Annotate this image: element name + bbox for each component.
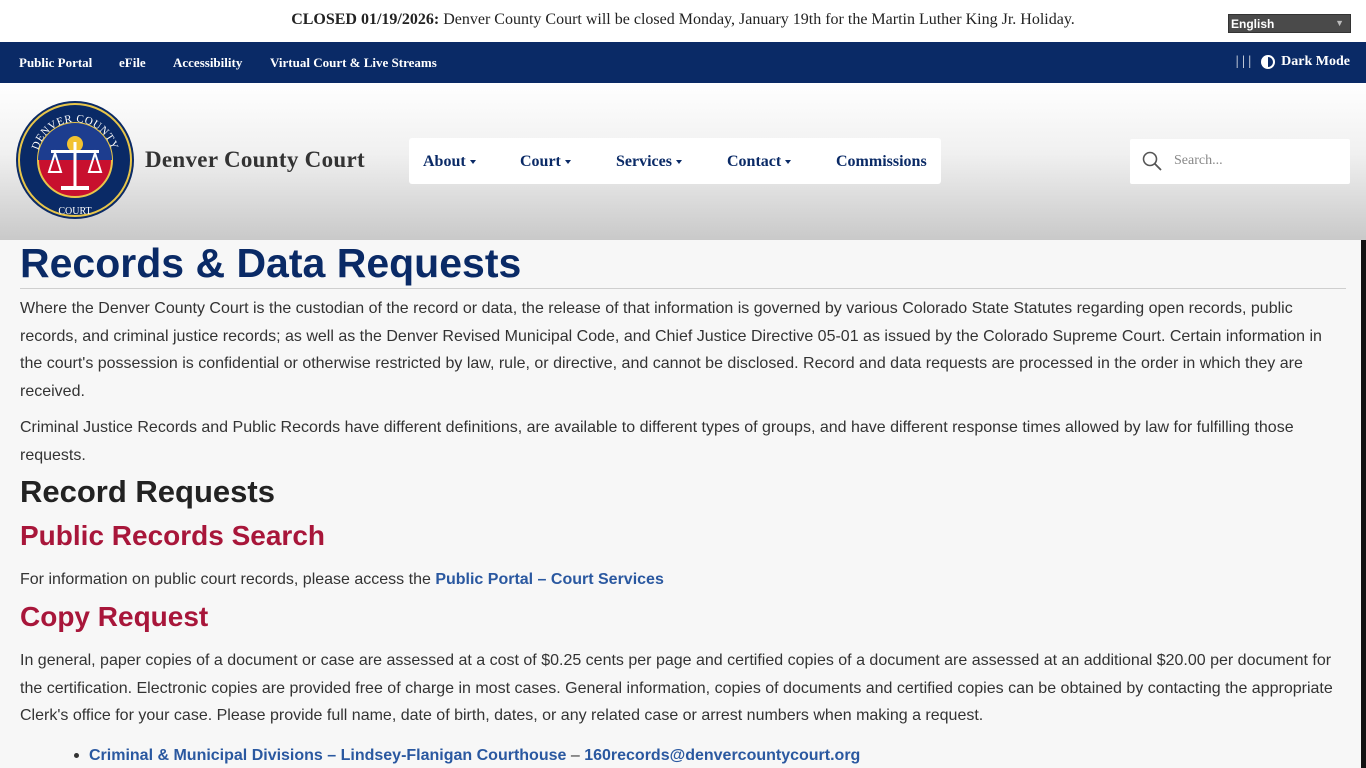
seal-text-bottom: COURT	[58, 206, 91, 217]
record-requests-heading: Record Requests	[20, 474, 275, 509]
public-portal-link[interactable]: Public Portal – Court Services	[435, 571, 664, 588]
search-input[interactable]	[1174, 151, 1339, 171]
nav-public-portal[interactable]: Public Portal	[19, 55, 92, 71]
copy-request-paragraph: In general, paper copies of a document o…	[20, 652, 1333, 724]
alert-bold: CLOSED 01/19/2026:	[291, 11, 440, 28]
language-selected: English	[1231, 17, 1275, 31]
title-divider	[20, 288, 1346, 289]
public-records-text: For information on public court records,…	[20, 571, 436, 588]
alert-message: Denver County Court will be closed Monda…	[439, 11, 1075, 28]
intro-paragraph-1: Where the Denver County Court is the cus…	[20, 300, 1322, 400]
contrast-icon[interactable]	[1261, 55, 1276, 69]
nav-virtual-court[interactable]: Virtual Court & Live Streams	[270, 55, 437, 71]
caret-down-icon	[564, 160, 571, 165]
copy-request-heading: Copy Request	[20, 601, 209, 632]
caret-down-icon	[675, 160, 682, 165]
intro-paragraph-2: Criminal Justice Records and Public Reco…	[20, 419, 1294, 464]
public-records-heading: Public Records Search	[20, 520, 326, 551]
bullet-dot	[74, 753, 79, 759]
site-header: DENVER COUNTY COURT Denver County Court …	[0, 83, 1366, 240]
menu-commissions[interactable]: Commissions	[836, 153, 927, 171]
nav-efile[interactable]: eFile	[119, 55, 146, 71]
main-content: Records & Data Requests Where the Denver…	[0, 240, 1366, 768]
menu-court-label: Court	[520, 153, 561, 170]
caret-down-icon	[785, 160, 792, 165]
criminal-municipal-link[interactable]: Criminal & Municipal Divisions – Lindsey…	[89, 747, 566, 764]
menu-commissions-label: Commissions	[836, 153, 927, 170]
main-menu: About Court Services Contact Commissions	[409, 138, 941, 184]
bullet-separator: –	[566, 747, 585, 764]
records-email-link[interactable]: 160records@denvercountycourt.org	[584, 747, 860, 764]
dark-mode-toggle[interactable]: Dark Mode	[1281, 54, 1350, 70]
utility-right: | | | Dark Mode	[1236, 54, 1350, 70]
alert-bar: CLOSED 01/19/2026: Denver County Court w…	[0, 0, 1366, 42]
chevron-down-icon: ▼	[1335, 18, 1344, 28]
search-icon[interactable]	[1142, 151, 1162, 171]
menu-contact-label: Contact	[727, 153, 782, 170]
public-records-paragraph: For information on public court records,…	[20, 566, 1346, 594]
menu-about[interactable]: About	[423, 153, 476, 171]
caret-down-icon	[469, 160, 476, 165]
nav-accessibility[interactable]: Accessibility	[173, 55, 242, 71]
utility-nav: Public Portal eFile Accessibility Virtua…	[0, 42, 1366, 83]
language-select[interactable]: English ▼	[1228, 14, 1351, 33]
page-title: Records & Data Requests	[20, 240, 522, 286]
site-title[interactable]: Denver County Court	[145, 147, 365, 173]
menu-services[interactable]: Services	[616, 153, 682, 171]
menu-services-label: Services	[616, 153, 672, 170]
scrollbar[interactable]	[1361, 240, 1366, 768]
court-seal-logo[interactable]: DENVER COUNTY COURT	[15, 100, 135, 220]
menu-about-label: About	[423, 153, 466, 170]
menu-contact[interactable]: Contact	[727, 153, 792, 171]
closure-alert: CLOSED 01/19/2026: Denver County Court w…	[0, 11, 1366, 29]
menu-court[interactable]: Court	[520, 153, 571, 171]
list-item: Criminal & Municipal Divisions – Lindsey…	[74, 747, 860, 765]
search-box	[1130, 139, 1350, 184]
utility-separators: | | |	[1235, 54, 1252, 69]
